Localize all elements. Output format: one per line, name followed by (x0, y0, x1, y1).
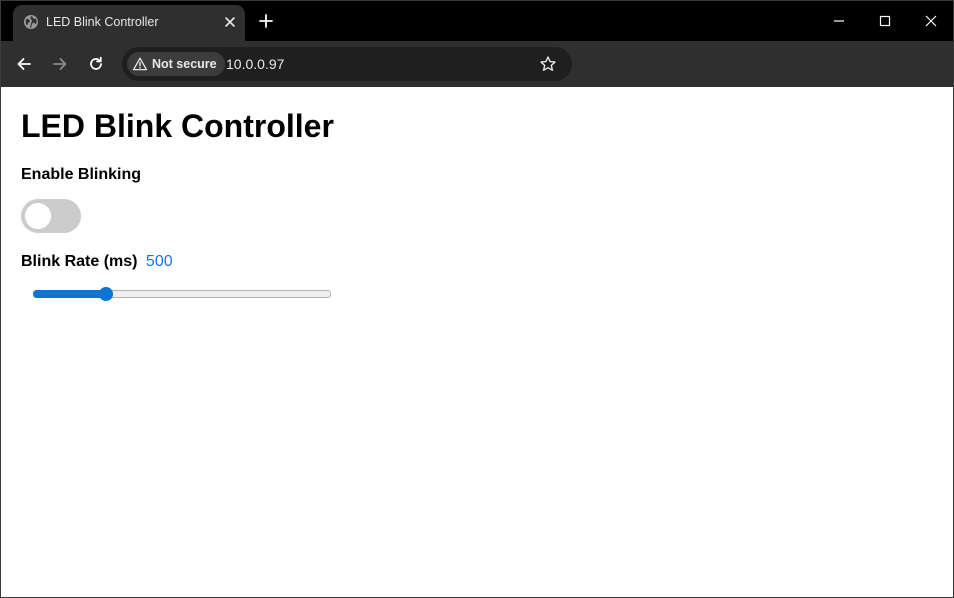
back-arrow-icon[interactable] (14, 54, 34, 74)
toggle-knob (25, 203, 51, 229)
tab-close-icon[interactable] (221, 13, 239, 31)
warning-icon (132, 57, 148, 71)
globe-icon (23, 14, 39, 30)
forward-arrow-icon[interactable] (50, 54, 70, 74)
tab-strip: LED Blink Controller (1, 1, 953, 41)
enable-blinking-label: Enable Blinking (21, 166, 142, 183)
security-label: Not secure (152, 57, 217, 71)
browser-toolbar: Not secure 10.0.0.97 (1, 41, 953, 87)
close-icon[interactable] (921, 11, 941, 31)
reload-icon[interactable] (86, 54, 106, 74)
tab-led-blink-controller[interactable]: LED Blink Controller (13, 5, 245, 41)
page-content: LED Blink Controller Enable Blinking Bli… (1, 87, 953, 597)
tab-title: LED Blink Controller (46, 15, 159, 29)
star-icon[interactable] (539, 55, 557, 73)
page-title: LED Blink Controller (21, 108, 334, 144)
enable-blinking-toggle[interactable] (21, 199, 81, 233)
plus-icon[interactable] (256, 11, 276, 31)
address-bar[interactable]: Not secure 10.0.0.97 (122, 47, 572, 81)
browser-window: LED Blink Controller Not secure 10.0.0.9… (0, 0, 954, 598)
blink-rate-value: 500 (145, 253, 173, 270)
security-indicator[interactable]: Not secure (127, 52, 225, 76)
minimize-icon[interactable] (829, 11, 849, 31)
slider-thumb[interactable] (99, 287, 113, 301)
blink-rate-label: Blink Rate (ms) (21, 253, 138, 270)
slider-fill (33, 290, 106, 298)
url-text: 10.0.0.97 (226, 56, 285, 72)
blink-rate-row: Blink Rate (ms) 500 (21, 252, 173, 272)
blink-rate-slider[interactable] (33, 287, 331, 301)
maximize-icon[interactable] (875, 11, 895, 31)
